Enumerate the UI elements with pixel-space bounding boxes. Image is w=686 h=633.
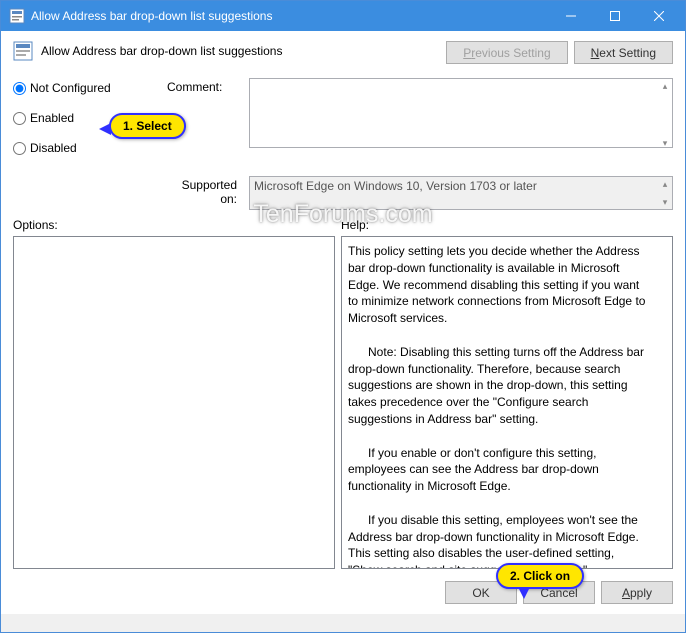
window-title: Allow Address bar drop-down list suggest… bbox=[31, 9, 549, 23]
scroll-up-icon: ▴ bbox=[657, 78, 673, 94]
scrollbar[interactable]: ▴ ▾ bbox=[657, 176, 673, 210]
scroll-down-icon: ▾ bbox=[657, 194, 673, 210]
content-area: Not Configured Enabled Disabled Comment:… bbox=[1, 72, 685, 614]
policy-title: Allow Address bar drop-down list suggest… bbox=[41, 44, 282, 58]
supported-label: Supported on: bbox=[167, 176, 237, 206]
help-panel: This policy setting lets you decide whet… bbox=[341, 236, 673, 569]
ok-button[interactable]: OK bbox=[445, 581, 517, 604]
scroll-up-icon: ▴ bbox=[657, 176, 673, 192]
options-panel bbox=[13, 236, 335, 569]
maximize-button[interactable] bbox=[593, 1, 637, 31]
sub-header: Allow Address bar drop-down list suggest… bbox=[1, 31, 685, 72]
enabled-label: Enabled bbox=[30, 111, 74, 125]
comment-textarea[interactable] bbox=[249, 78, 673, 148]
scroll-down-icon: ▾ bbox=[657, 135, 673, 151]
policy-icon bbox=[9, 8, 25, 24]
close-button[interactable] bbox=[637, 1, 681, 31]
previous-setting-button[interactable]: Previous Setting bbox=[446, 41, 567, 64]
not-configured-radio[interactable] bbox=[13, 82, 26, 95]
policy-icon bbox=[13, 41, 33, 61]
enabled-radio[interactable] bbox=[13, 112, 26, 125]
help-label: Help: bbox=[341, 218, 369, 232]
options-label: Options: bbox=[13, 218, 333, 232]
not-configured-label: Not Configured bbox=[30, 81, 111, 95]
titlebar: Allow Address bar drop-down list suggest… bbox=[1, 1, 685, 31]
disabled-label: Disabled bbox=[30, 141, 77, 155]
apply-button[interactable]: Apply bbox=[601, 581, 673, 604]
cancel-button[interactable]: Cancel bbox=[523, 581, 595, 604]
next-setting-button[interactable]: Next Setting bbox=[574, 41, 673, 64]
scrollbar[interactable]: ▴ ▾ bbox=[657, 78, 673, 151]
comment-label: Comment: bbox=[167, 78, 237, 94]
minimize-button[interactable] bbox=[549, 1, 593, 31]
supported-on-field: Microsoft Edge on Windows 10, Version 17… bbox=[249, 176, 673, 210]
disabled-radio[interactable] bbox=[13, 142, 26, 155]
